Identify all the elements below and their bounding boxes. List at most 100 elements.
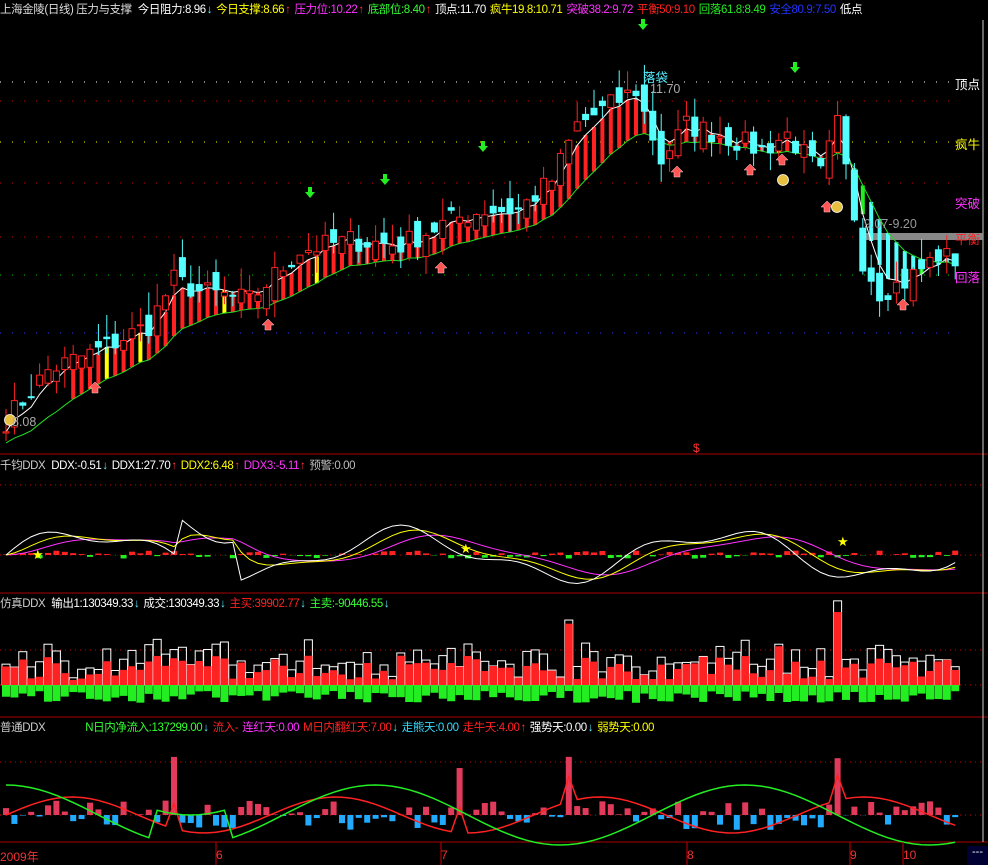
flow-bar [372, 815, 379, 819]
candle-body [388, 245, 396, 255]
corner-button[interactable]: --- [967, 846, 988, 865]
sell-bar [884, 685, 892, 700]
ddx-bar [943, 555, 950, 556]
candle-body [94, 341, 102, 348]
ddx-bar [851, 553, 858, 555]
buy-bar [464, 655, 472, 685]
header-item: 弱势天:0.00 [597, 722, 654, 734]
buy-bar [245, 678, 254, 685]
flow-bar [145, 809, 152, 815]
flow-bar [448, 807, 455, 815]
ddx-bar [918, 555, 925, 558]
sell-bar [405, 685, 414, 703]
flow-bar [868, 801, 875, 815]
ddx-bar [717, 552, 723, 555]
flow-bar [431, 815, 438, 823]
ddx-bar [406, 551, 413, 555]
candle-body [237, 288, 245, 304]
sell-bar [531, 685, 540, 702]
ddx-bar [599, 550, 606, 555]
sim-ddx-header: 仿真DDX 输出1:130349.33↓ 成交:130349.33↓ 主买:39902… [0, 595, 988, 613]
buy-bar [2, 666, 10, 685]
candle-body [548, 180, 556, 191]
buy-bar [212, 656, 220, 685]
sell-bar [161, 685, 170, 702]
buy-bar [430, 668, 439, 685]
candle-body [792, 140, 800, 154]
buy-bar [548, 670, 556, 685]
flow-bar [45, 805, 51, 815]
candle-body [439, 219, 447, 239]
candle-body [867, 267, 875, 282]
buy-bar [749, 673, 758, 685]
candle-body [582, 113, 590, 121]
header-item-label: 今日支撑:8.66 [216, 4, 285, 16]
buy-bar [119, 669, 128, 685]
ddx-bar [414, 550, 421, 555]
sell-bar [321, 685, 330, 695]
ddx-bar [591, 552, 597, 555]
sell-bar [119, 685, 128, 696]
header-item-label: 预警:0.00 [309, 460, 356, 472]
ddx-bar [120, 555, 127, 559]
ddx-bar [784, 551, 791, 555]
candle-body [540, 177, 548, 205]
sell-bar [346, 685, 355, 693]
flow-bar [36, 815, 43, 817]
ddx-bar [381, 551, 387, 555]
candle-body [2, 431, 10, 434]
buy-bar [564, 623, 573, 685]
flow-bar [876, 812, 883, 815]
sell-bar [464, 685, 472, 700]
candle-body [447, 207, 455, 211]
sell-bar [766, 685, 775, 702]
arrow-down-icon: ↓ [392, 722, 398, 734]
ddx-header: 千钧DDX DDX:-0.51↓ DDX1:27.70↑ DDX2:6.48↑ DDX3… [0, 457, 988, 475]
header-item-label: 压力位:10.22 [294, 4, 358, 16]
sell-bar [489, 685, 498, 698]
flow-bar [70, 815, 77, 822]
sell-bar [917, 685, 926, 694]
axis-label-jul: 7 [441, 848, 448, 862]
buy-bar [354, 677, 363, 685]
candle-body [951, 253, 959, 267]
sell-bar [564, 685, 573, 692]
sell-bar [203, 685, 212, 692]
header-item: 疯牛19.8:10.71 [490, 4, 563, 16]
common-ddx-title: 普通DDX [0, 722, 46, 734]
candle-body [145, 314, 153, 337]
header-item: 走牛天:4.00↑ [463, 722, 527, 734]
sell-bar [581, 685, 590, 703]
header-item-label: DDX1:27.70 [111, 460, 171, 472]
trend-bar [583, 135, 588, 180]
flow-bar [952, 815, 959, 818]
flow-bar [767, 815, 774, 830]
candle-body [86, 348, 94, 368]
buy-bar [438, 669, 447, 685]
header-item: 流入- [213, 722, 239, 734]
candle-body [36, 374, 44, 386]
flow-bar [78, 815, 85, 820]
sell-bar [438, 685, 447, 699]
warning-star-icon: ★ [837, 534, 849, 549]
buy-bar [657, 664, 666, 685]
sell-bar [94, 685, 103, 700]
flow-bar [557, 815, 564, 818]
header-item-label: 输出1:130349.33 [51, 598, 134, 610]
candle-body [481, 214, 489, 227]
candle-body [153, 305, 161, 337]
signal-down-arrow-icon [478, 141, 488, 152]
sell-bar [674, 685, 682, 694]
candle-body [926, 256, 934, 268]
ddx-bar [759, 553, 765, 555]
buy-bar [623, 671, 632, 685]
ddx-bar [162, 552, 169, 555]
flow-bar [927, 801, 933, 815]
buy-bar [413, 663, 422, 685]
ddx-bar [45, 552, 51, 555]
header-item: 连红天:0.00 [242, 722, 299, 734]
ddx-bar [708, 553, 715, 555]
arrow-up-icon: ↑ [234, 460, 240, 472]
sell-bar [195, 685, 204, 692]
buy-bar [128, 666, 136, 685]
